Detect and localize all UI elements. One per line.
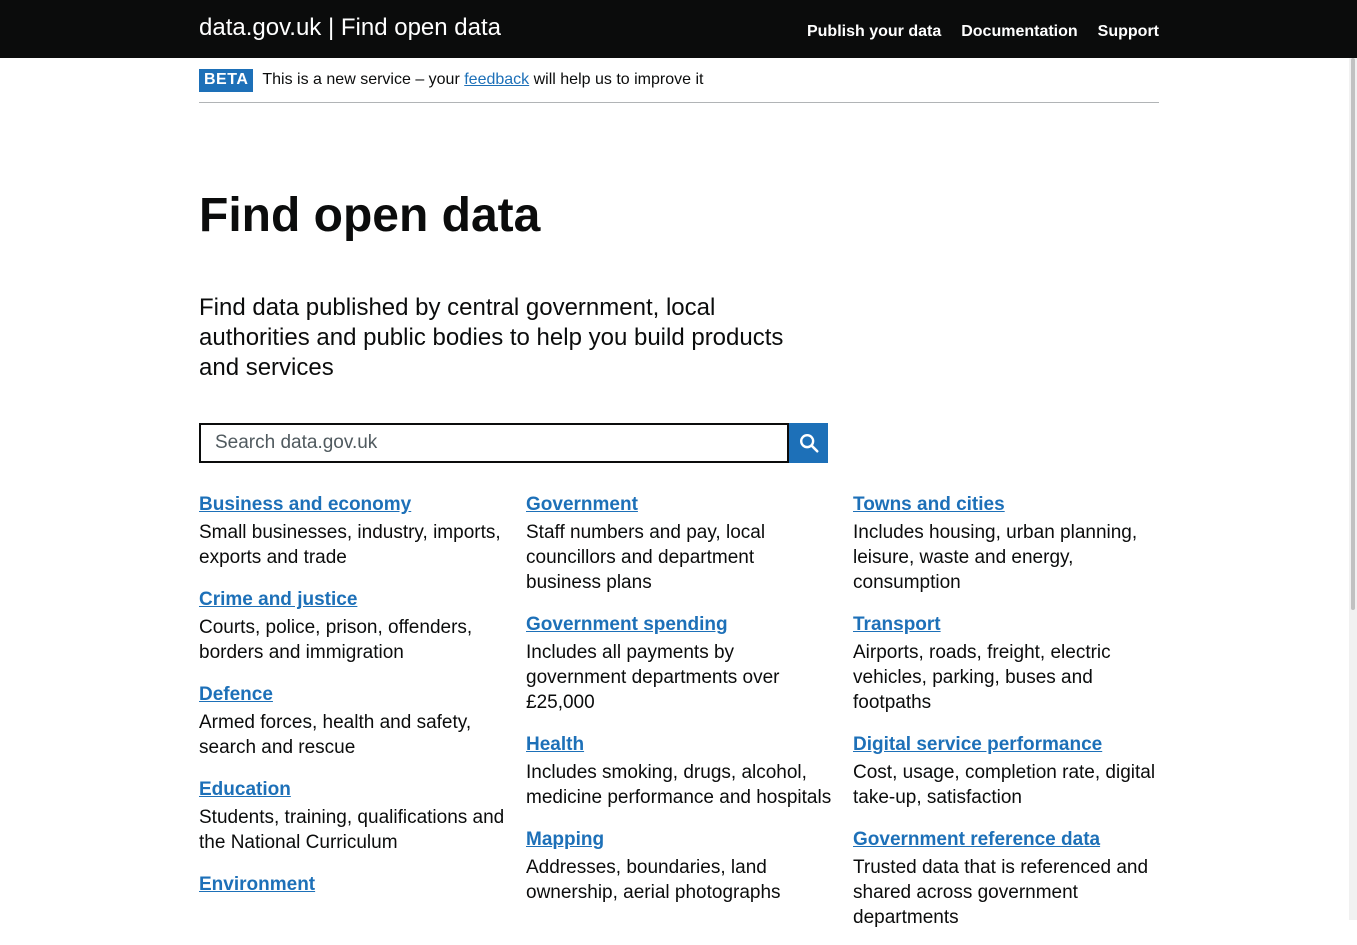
- topic-link-mapping[interactable]: Mapping: [526, 825, 604, 855]
- topic-item: Defence Armed forces, health and safety,…: [199, 680, 505, 760]
- site-title-link[interactable]: data.gov.uk | Find open data: [199, 12, 501, 44]
- topic-description: Airports, roads, freight, electric vehic…: [853, 642, 1111, 713]
- nav-documentation[interactable]: Documentation: [961, 20, 1077, 44]
- topic-description: Students, training, qualifications and t…: [199, 807, 505, 853]
- topic-link-health[interactable]: Health: [526, 730, 584, 760]
- topic-link-defence[interactable]: Defence: [199, 680, 273, 710]
- page-scrollbar[interactable]: [1349, 58, 1357, 920]
- topic-item: Crime and justice Courts, police, prison…: [199, 585, 505, 665]
- topic-description: Courts, police, prison, offenders, borde…: [199, 617, 473, 663]
- topic-item: Government Staff numbers and pay, local …: [526, 490, 832, 595]
- topic-item: Transport Airports, roads, freight, elec…: [853, 610, 1159, 715]
- topic-description: Small businesses, industry, imports, exp…: [199, 522, 501, 568]
- topic-link-business-and-economy[interactable]: Business and economy: [199, 490, 411, 520]
- feedback-link[interactable]: feedback: [464, 71, 529, 88]
- topic-description: Staff numbers and pay, local councillors…: [526, 522, 766, 593]
- search-icon: [799, 434, 819, 453]
- topic-item: Government reference data Trusted data t…: [853, 825, 1159, 930]
- topic-description: Armed forces, health and safety, search …: [199, 712, 472, 758]
- phase-banner: BETA This is a new service – your feedba…: [199, 68, 1159, 103]
- lead-paragraph: Find data published by central governmen…: [199, 294, 784, 381]
- topic-link-crime-and-justice[interactable]: Crime and justice: [199, 585, 357, 615]
- topic-description: Includes smoking, drugs, alcohol, medici…: [526, 762, 832, 808]
- page-title: Find open data: [199, 189, 541, 242]
- topic-item: Government spending Includes all payment…: [526, 610, 832, 715]
- topic-link-government-reference-data[interactable]: Government reference data: [853, 825, 1100, 855]
- nav-publish-your-data[interactable]: Publish your data: [807, 20, 941, 44]
- topic-link-digital-service-performance[interactable]: Digital service performance: [853, 730, 1102, 760]
- topic-item: Environment: [199, 870, 505, 900]
- phase-text-after: will help us to improve it: [529, 71, 704, 88]
- topic-description: Includes all payments by government depa…: [526, 642, 780, 713]
- search-button[interactable]: [789, 423, 828, 463]
- topic-link-government-spending[interactable]: Government spending: [526, 610, 728, 640]
- topic-column-3: Towns and cities Includes housing, urban…: [853, 490, 1159, 945]
- topic-item: Towns and cities Includes housing, urban…: [853, 490, 1159, 595]
- search-input[interactable]: [199, 423, 789, 463]
- topic-link-environment[interactable]: Environment: [199, 870, 315, 900]
- header-nav: Publish your data Documentation Support: [807, 20, 1159, 44]
- beta-tag: BETA: [199, 69, 254, 92]
- phase-text-before: This is a new service – your: [262, 71, 465, 88]
- topic-link-transport[interactable]: Transport: [853, 610, 941, 640]
- topic-description: Addresses, boundaries, land ownership, a…: [526, 857, 781, 903]
- topic-grid: Business and economy Small businesses, i…: [199, 490, 1159, 945]
- topic-description: Includes housing, urban planning, leisur…: [853, 522, 1138, 593]
- search-form: [199, 423, 828, 463]
- topic-description: Trusted data that is referenced and shar…: [853, 857, 1149, 928]
- topic-link-government[interactable]: Government: [526, 490, 638, 520]
- topic-item: Business and economy Small businesses, i…: [199, 490, 505, 570]
- topic-item: Education Students, training, qualificat…: [199, 775, 505, 855]
- topic-item: Mapping Addresses, boundaries, land owne…: [526, 825, 832, 905]
- nav-support[interactable]: Support: [1098, 20, 1159, 44]
- phase-banner-text: This is a new service – your feedback wi…: [262, 68, 703, 92]
- topic-item: Health Includes smoking, drugs, alcohol,…: [526, 730, 832, 810]
- topic-link-towns-and-cities[interactable]: Towns and cities: [853, 490, 1005, 520]
- topic-column-1: Business and economy Small businesses, i…: [199, 490, 505, 945]
- site-header: data.gov.uk | Find open data Publish you…: [0, 0, 1357, 58]
- topic-item: Digital service performance Cost, usage,…: [853, 730, 1159, 810]
- topic-link-education[interactable]: Education: [199, 775, 291, 805]
- scrollbar-thumb[interactable]: [1351, 58, 1355, 610]
- topic-column-2: Government Staff numbers and pay, local …: [526, 490, 832, 945]
- topic-description: Cost, usage, completion rate, digital ta…: [853, 762, 1156, 808]
